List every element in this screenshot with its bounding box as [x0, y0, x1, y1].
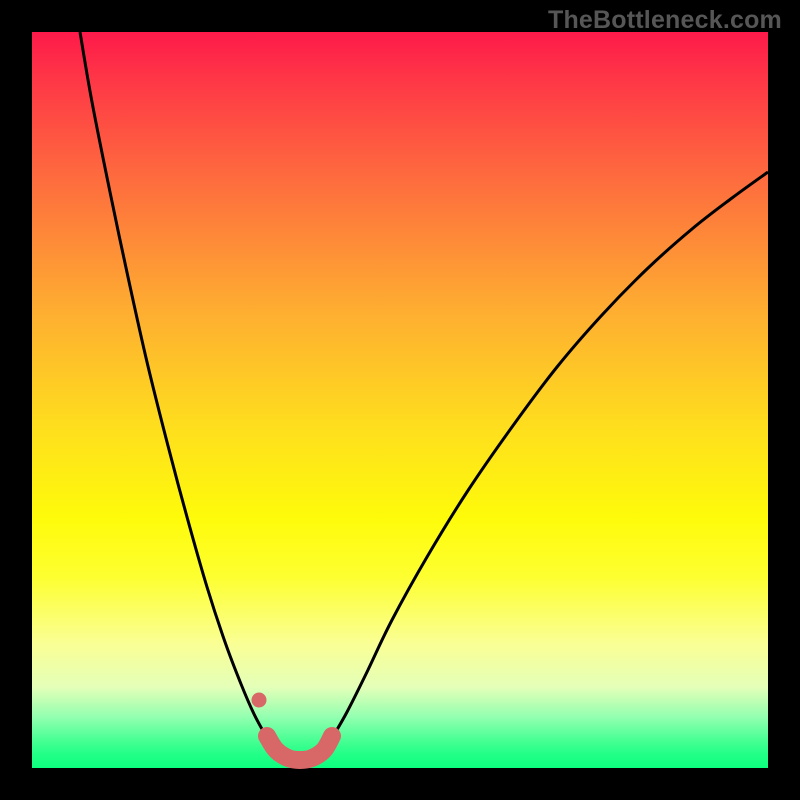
left-dip-marker	[252, 693, 267, 708]
valley-bottom-cap	[267, 736, 332, 760]
right-ascending-curve	[332, 172, 768, 738]
plot-gradient-area	[32, 32, 768, 768]
chart-frame: TheBottleneck.com	[0, 0, 800, 800]
left-descending-curve	[80, 32, 267, 738]
watermark-text: TheBottleneck.com	[548, 6, 782, 35]
chart-svg	[32, 32, 768, 768]
